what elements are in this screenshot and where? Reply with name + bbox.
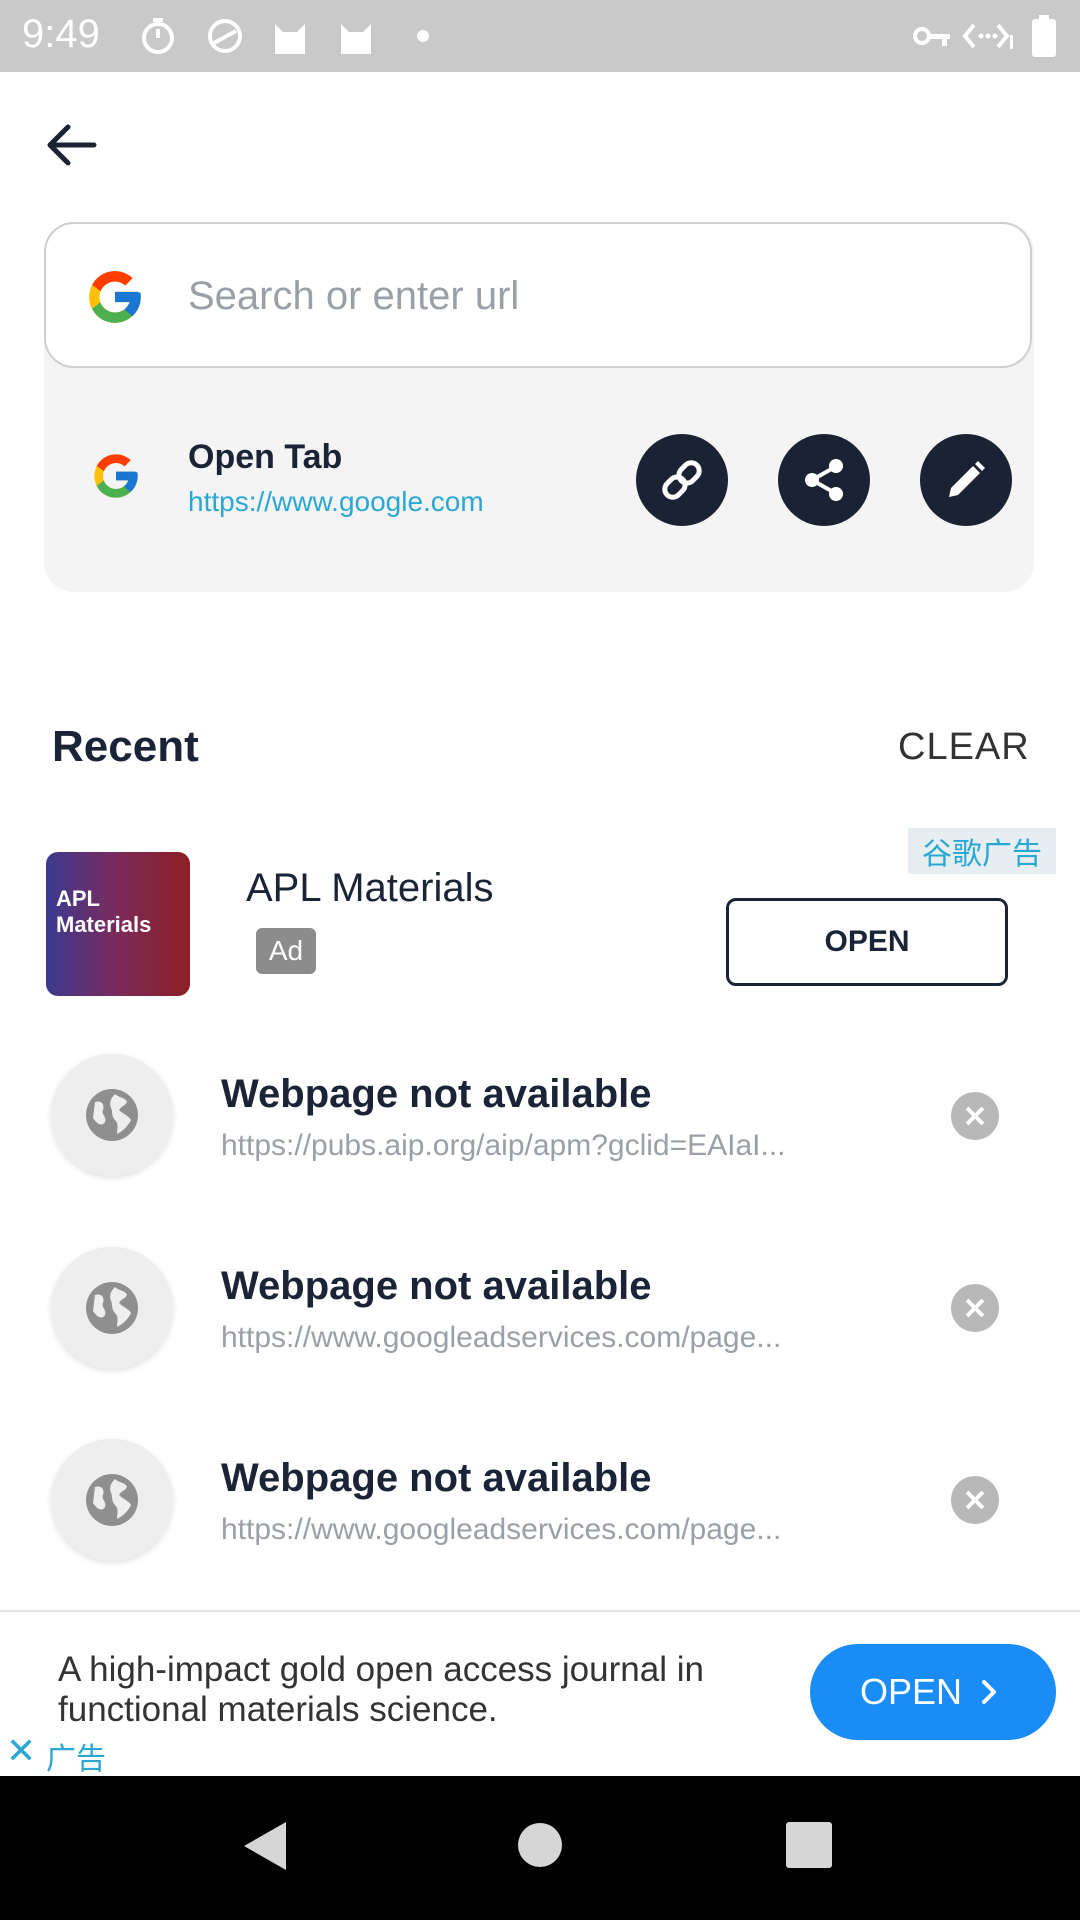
recents-square-icon (786, 1822, 832, 1868)
history-title[interactable]: Webpage not available (221, 1456, 652, 1501)
nav-back-button[interactable] (240, 1818, 290, 1879)
remove-history-button[interactable] (951, 1476, 999, 1524)
close-ad-icon[interactable]: ✕ (6, 1730, 36, 1772)
bottom-ad-open-button[interactable]: OPEN (810, 1644, 1056, 1740)
dot-icon (416, 14, 430, 58)
search-placeholder: Search or enter url (188, 274, 520, 318)
ad-label[interactable]: 谷歌广告 (908, 828, 1056, 874)
ad-title[interactable]: APL Materials (246, 866, 494, 911)
history-title[interactable]: Webpage not available (221, 1072, 652, 1117)
google-logo-icon (90, 450, 142, 502)
globe-icon (51, 1054, 173, 1176)
ad-thumbnail-text: APL Materials (56, 886, 151, 938)
bottom-ad-open-label: OPEN (859, 1671, 963, 1712)
history-title[interactable]: Webpage not available (221, 1264, 652, 1309)
history-url[interactable]: https://www.googleadservices.com/page... (221, 1513, 861, 1547)
nav-home-button[interactable] (516, 1821, 564, 1874)
ad-open-button[interactable]: OPEN (726, 898, 1008, 986)
recent-heading: Recent (52, 722, 199, 771)
status-bar: 9:49 (0, 0, 1080, 72)
edit-button[interactable] (920, 434, 1012, 526)
google-logo-icon (84, 266, 146, 328)
link-icon (662, 460, 702, 500)
home-circle-icon (518, 1823, 562, 1867)
remove-history-button[interactable] (951, 1284, 999, 1332)
cat-icon (270, 14, 310, 58)
timer-icon (140, 14, 176, 58)
share-icon (805, 459, 843, 501)
vpn-key-icon (912, 14, 952, 58)
close-icon (965, 1106, 985, 1126)
open-tab-url[interactable]: https://www.google.com (188, 486, 484, 518)
clear-button[interactable]: CLEAR (898, 726, 1030, 769)
chevron-right-icon (982, 1680, 997, 1704)
cat-icon (336, 14, 376, 58)
close-icon (965, 1298, 985, 1318)
history-url[interactable]: https://www.googleadservices.com/page... (221, 1321, 861, 1355)
battery-icon (1032, 14, 1056, 58)
data-icon (962, 14, 1014, 58)
navigation-bar (0, 1776, 1080, 1920)
triangle-back-icon (244, 1822, 286, 1870)
arrow-left-icon (47, 124, 97, 166)
back-button[interactable] (42, 115, 102, 175)
ad-thumbnail-line2: Materials (56, 912, 152, 937)
globe-icon (51, 1439, 173, 1561)
status-time: 9:49 (22, 12, 100, 56)
globe-icon (51, 1247, 173, 1369)
bottom-ad-text[interactable]: A high-impact gold open access journal i… (58, 1650, 778, 1730)
history-url[interactable]: https://pubs.aip.org/aip/apm?gclid=EAIaI… (221, 1129, 861, 1163)
remove-history-button[interactable] (951, 1092, 999, 1140)
share-button[interactable] (778, 434, 870, 526)
no-disturb-icon (206, 14, 244, 58)
close-icon (965, 1490, 985, 1510)
ad-label: 广告 (46, 1743, 106, 1776)
open-tab-title: Open Tab (188, 438, 343, 476)
ad-thumbnail-line1: APL (56, 886, 100, 911)
ad-badge: Ad (256, 928, 316, 974)
copy-link-button[interactable] (636, 434, 728, 526)
nav-recents-button[interactable] (786, 1822, 832, 1873)
edit-icon (949, 461, 985, 497)
